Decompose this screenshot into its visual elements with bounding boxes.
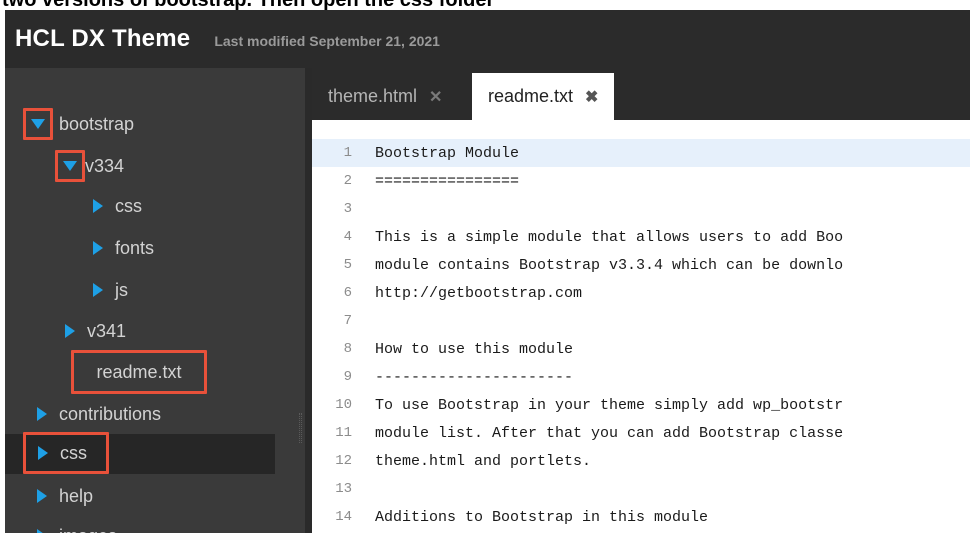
code-editor[interactable]: 1 Bootstrap Module 2 ================ 3 4 This…	[312, 120, 970, 533]
collapsed-arrow-icon[interactable]	[93, 283, 103, 297]
collapsed-arrow-icon[interactable]	[37, 489, 47, 503]
line-text: module contains Bootstrap v3.3.4 which c…	[375, 256, 844, 274]
code-line[interactable]: 3	[312, 195, 970, 223]
code-line[interactable]: 9 ----------------------	[312, 363, 970, 391]
title-bar: HCL DX Theme Last modified September 21,…	[5, 10, 970, 68]
highlight-box-css: css	[23, 432, 109, 474]
line-number: 11	[335, 425, 352, 441]
line-number: 5	[343, 257, 352, 273]
tree-label-v334: v334	[85, 155, 125, 176]
close-icon[interactable]: ✖	[585, 87, 598, 107]
code-line[interactable]: 2 ================	[312, 167, 970, 195]
line-text: ----------------------	[375, 368, 574, 386]
tab-theme-html[interactable]: theme.html ✕	[312, 73, 459, 120]
file-tree: bootstrap v334 css fonts js v341 readme.…	[5, 68, 305, 533]
collapsed-arrow-icon[interactable]	[38, 446, 48, 460]
tree-folder-fonts[interactable]: fonts	[5, 228, 275, 268]
tree-label-v341: v341	[87, 320, 127, 341]
tree-folder-css-sub[interactable]: css	[5, 186, 275, 226]
line-number: 9	[343, 369, 352, 385]
tree-label-help: help	[59, 485, 94, 506]
tab-label: theme.html	[328, 86, 418, 106]
tree-folder-bootstrap[interactable]: bootstrap	[5, 104, 275, 144]
line-number: 13	[335, 481, 352, 497]
collapsed-arrow-icon[interactable]	[65, 324, 75, 338]
code-line[interactable]: 4 This is a simple module that allows use…	[312, 223, 970, 251]
code-line[interactable]: 1 Bootstrap Module	[312, 139, 970, 167]
sidebar-resize-handle[interactable]	[299, 413, 302, 443]
collapsed-arrow-icon[interactable]	[37, 407, 47, 421]
line-number: 14	[335, 509, 352, 525]
app-title: HCL DX Theme	[15, 25, 191, 52]
line-text: To use Bootstrap in your theme simply ad…	[375, 396, 844, 414]
tree-folder-v334[interactable]: v334	[5, 146, 275, 186]
tree-label-css-sub: css	[115, 195, 142, 216]
code-line[interactable]: 12 theme.html and portlets.	[312, 447, 970, 475]
tab-label: readme.txt	[488, 86, 574, 106]
highlight-box-v334-toggle	[55, 150, 85, 182]
code-line[interactable]: 11 module list. After that you can add Bo…	[312, 419, 970, 447]
line-number: 8	[343, 341, 352, 357]
line-number: 7	[343, 313, 352, 329]
tree-file-readme[interactable]: readme.txt	[5, 350, 275, 394]
code-line[interactable]: 14 Additions to Bootstrap in this module	[312, 503, 970, 531]
code-line[interactable]: 5 module contains Bootstrap v3.3.4 which …	[312, 251, 970, 279]
line-text: module list. After that you can add Boot…	[375, 424, 844, 442]
tree-label-readme: readme.txt	[96, 361, 182, 382]
line-number: 2	[343, 173, 352, 189]
collapsed-arrow-icon[interactable]	[93, 199, 103, 213]
last-modified-text: Last modified September 21, 2021	[214, 33, 440, 49]
line-number: 12	[335, 453, 352, 469]
line-number: 10	[335, 397, 352, 413]
expanded-arrow-icon[interactable]	[63, 161, 77, 171]
tree-folder-css[interactable]: css	[5, 432, 275, 474]
tree-label-contributions: contributions	[59, 403, 162, 424]
line-text: This is a simple module that allows user…	[375, 228, 844, 246]
code-line[interactable]: 10 To use Bootstrap in your theme simply …	[312, 391, 970, 419]
code-line[interactable]: 6 http://getbootstrap.com	[312, 279, 970, 307]
tree-folder-help[interactable]: help	[5, 476, 275, 516]
line-number: 3	[343, 201, 352, 217]
line-text: How to use this module	[375, 340, 574, 358]
tree-label-css: css	[60, 442, 87, 463]
tree-folder-js[interactable]: js	[5, 270, 275, 310]
code-line[interactable]: 13	[312, 475, 970, 503]
expanded-arrow-icon[interactable]	[31, 119, 45, 129]
line-text: http://getbootstrap.com	[375, 284, 583, 302]
tree-label-js: js	[115, 279, 128, 300]
editor-window: HCL DX Theme Last modified September 21,…	[5, 10, 970, 533]
tree-folder-contributions[interactable]: contributions	[5, 394, 275, 434]
line-text: Bootstrap Module	[375, 144, 520, 162]
code-line[interactable]: 8 How to use this module	[312, 335, 970, 363]
collapsed-arrow-icon[interactable]	[37, 529, 47, 533]
highlight-box-readme: readme.txt	[71, 350, 207, 394]
collapsed-arrow-icon[interactable]	[93, 241, 103, 255]
line-number: 1	[343, 145, 352, 161]
line-text: theme.html and portlets.	[375, 452, 592, 470]
code-line[interactable]: 7	[312, 307, 970, 335]
close-icon[interactable]: ✕	[429, 87, 442, 107]
tree-label-images: images	[59, 526, 117, 533]
line-number: 6	[343, 285, 352, 301]
tab-bar: theme.html ✕ readme.txt ✖	[312, 68, 970, 120]
line-text: Additions to Bootstrap in this module	[375, 508, 709, 526]
highlight-box-bootstrap-toggle	[23, 108, 53, 140]
tree-label-bootstrap: bootstrap	[59, 113, 135, 134]
tab-readme-txt[interactable]: readme.txt ✖	[472, 73, 615, 120]
tree-label-fonts: fonts	[115, 237, 155, 258]
line-number: 4	[343, 229, 352, 245]
tree-folder-images[interactable]: images	[5, 516, 275, 533]
line-text: ================	[375, 172, 520, 190]
tree-folder-v341[interactable]: v341	[5, 311, 275, 351]
